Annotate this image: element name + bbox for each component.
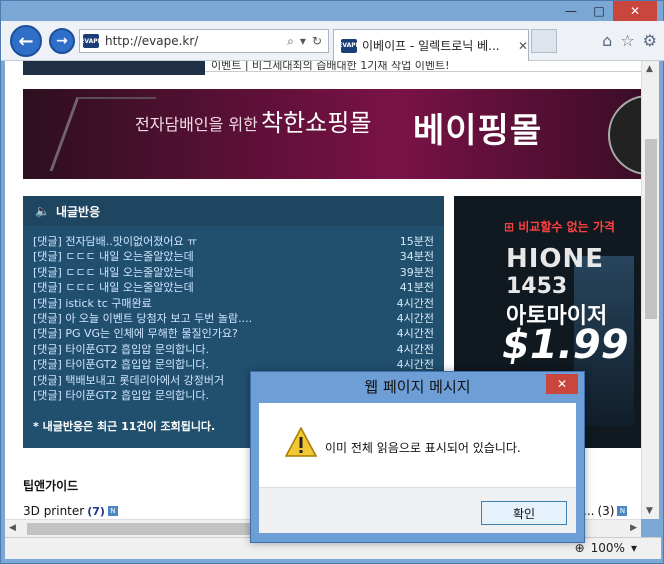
comment-text[interactable]: [댓글] 타이푼GT2 흡입압 문의합니다. (33, 388, 209, 403)
tab-title: 이베이프 - 일렉트로닉 베... (362, 39, 500, 53)
comment-text[interactable]: [댓글] ㄷㄷㄷ 내일 오는줄알았는데 (33, 265, 194, 280)
tip-count: (7) (87, 504, 105, 518)
minimize-button[interactable]: — (557, 1, 585, 21)
search-icon[interactable]: ⌕ (287, 34, 294, 49)
new-tab-button[interactable] (531, 29, 557, 53)
forward-arrow-icon: → (56, 33, 68, 49)
scroll-up-icon[interactable]: ▲ (646, 64, 653, 74)
list-item[interactable]: [댓글] 타이푼GT2 흡입압 문의합니다. 4시간전 (33, 342, 434, 357)
list-item[interactable]: [댓글] 전자담배..맛이없어졌어요 ㅠ 15분전 (33, 234, 434, 249)
banner-brand: 베이핑몰 (413, 111, 543, 151)
divider (205, 71, 641, 72)
comment-time: 41분전 (399, 281, 434, 295)
dialog-message: 이미 전체 읽음으로 표시되어 있습니다. (325, 441, 521, 455)
comment-time: 4시간전 (396, 327, 434, 341)
speaker-icon: 🔈 (35, 204, 50, 218)
tip-item-2[interactable]: ... (3) N (583, 504, 628, 518)
banner-emblem (608, 95, 641, 175)
tab-close-icon[interactable]: ✕ (518, 39, 528, 53)
list-item[interactable]: [댓글] ㄷㄷㄷ 내일 오는줄알았는데 39분전 (33, 265, 434, 280)
home-icon[interactable]: ⌂ (602, 31, 612, 50)
new-badge-icon: N (107, 506, 118, 516)
comment-text[interactable]: [댓글] ㄷㄷㄷ 내일 오는줄알았는데 (33, 249, 194, 264)
tip-label[interactable]: 3D printer (23, 504, 84, 518)
comment-time: 39분전 (399, 265, 434, 279)
dialog-title: 웹 페이지 메시지 (364, 378, 471, 396)
list-item[interactable]: [댓글] ㄷㄷㄷ 내일 오는줄알았는데 34분전 (33, 249, 434, 264)
comment-text[interactable]: [댓글] PG VG는 인체에 무해한 물질인가요? (33, 326, 238, 341)
panel-footer-note: * 내글반응은 최근 11건이 조회됩니다. (33, 420, 216, 433)
favorites-star-icon[interactable]: ☆ (620, 31, 634, 50)
list-item[interactable]: [댓글] istick tc 구매완료 4시간전 (33, 296, 434, 311)
maximize-button[interactable]: □ (585, 1, 613, 21)
shopping-mall-banner[interactable]: 전자담배인을 위한 착한쇼핑몰 베이핑몰 (23, 89, 641, 179)
dialog-close-button[interactable]: ✕ (546, 374, 578, 394)
comment-time: 4시간전 (396, 311, 434, 325)
panel-header: 🔈 내글반응 (23, 196, 444, 226)
scroll-down-icon[interactable]: ▼ (646, 506, 653, 516)
zoom-control[interactable]: ⊕ 100% ▾ (575, 541, 637, 555)
refresh-icon[interactable]: ↻ (312, 34, 322, 49)
comment-text[interactable]: [댓글] ㄷㄷㄷ 내일 오는줄알았는데 (33, 280, 194, 295)
banner-title: 착한쇼핑몰 (261, 109, 372, 137)
comment-text[interactable]: [댓글] 택배보내고 롯데리아에서 강정버거 (33, 373, 224, 388)
address-bar[interactable]: EVAPE http://evape.kr/ ⌕ ▾ ↻ (79, 29, 329, 53)
comment-time: 4시간전 (396, 296, 434, 310)
comment-text[interactable]: [댓글] istick tc 구매완료 (33, 296, 152, 311)
web-page-message-dialog: 웹 페이지 메시지 ✕ 이미 전체 읽음으로 표시되어 있습니다. 확인 (250, 371, 585, 543)
forward-button[interactable]: → (49, 28, 75, 54)
panel-heading: 내글반응 (55, 204, 101, 219)
tab-favicon-icon: EVAPE (338, 38, 360, 53)
browser-toolbar: ← → EVAPE http://evape.kr/ ⌕ ▾ ↻ EVAPE 이… (1, 21, 664, 61)
ad-line-1: HIONE (506, 244, 605, 274)
settings-gear-icon[interactable]: ⚙ (643, 31, 657, 50)
dialog-body: 이미 전체 읽음으로 표시되어 있습니다. (259, 403, 576, 487)
tip-count: (3) (597, 504, 615, 518)
comment-text[interactable]: [댓글] 타이푼GT2 흡입압 문의합니다. (33, 357, 209, 372)
dialog-footer: 확인 (259, 487, 576, 533)
back-arrow-icon: ← (18, 30, 34, 52)
dropdown-icon[interactable]: ▾ (300, 34, 306, 49)
window-controls: — □ ✕ (557, 1, 657, 21)
list-item[interactable]: [댓글] ㄷㄷㄷ 내일 오는줄알았는데 41분전 (33, 280, 434, 295)
site-favicon-icon: EVAPE (80, 34, 102, 48)
comment-time: 4시간전 (396, 342, 434, 356)
zoom-dropdown-icon[interactable]: ▾ (631, 541, 637, 555)
list-item[interactable]: [댓글] PG VG는 인체에 무해한 물질인가요? 4시간전 (33, 326, 434, 341)
scroll-right-icon[interactable]: ▶ (630, 523, 637, 533)
top-notice-bar (23, 61, 205, 75)
scroll-left-icon[interactable]: ◀ (9, 523, 16, 533)
ad-line-2: 1453 (506, 274, 568, 299)
scroll-thumb[interactable] (645, 139, 657, 319)
ok-button[interactable]: 확인 (481, 501, 567, 525)
new-badge-icon: N (617, 506, 628, 516)
back-button[interactable]: ← (10, 25, 42, 57)
window-close-button[interactable]: ✕ (613, 1, 657, 21)
tips-section-title: 팁앤가이드 (23, 479, 79, 493)
ad-tag: ⊞ 비교할수 없는 가격 (504, 220, 615, 234)
tip-item-3d-printer[interactable]: 3D printer (7) N (23, 504, 118, 518)
comment-time: 15분전 (399, 235, 434, 248)
url-text[interactable]: http://evape.kr/ (105, 34, 287, 48)
comment-text[interactable]: [댓글] 아 오늘 이벤트 당첨자 보고 두번 놀람.... (33, 311, 252, 326)
zoom-icon: ⊕ (574, 541, 585, 555)
comment-text[interactable]: [댓글] 타이푼GT2 흡입압 문의합니다. (33, 342, 209, 357)
vertical-scrollbar[interactable]: ▲ ▼ (641, 61, 659, 519)
list-item[interactable]: [댓글] 아 오늘 이벤트 당첨자 보고 두번 놀람.... 4시간전 (33, 311, 434, 326)
ad-price: $1.99 (502, 322, 629, 368)
warning-icon (285, 427, 317, 457)
comment-time: 34분전 (399, 250, 434, 264)
banner-subtitle: 전자담배인을 위한 (135, 115, 258, 134)
comment-text[interactable]: [댓글] 전자담배..맛이없어졌어요 ㅠ (33, 234, 197, 249)
browser-tab-active[interactable]: EVAPE 이베이프 - 일렉트로닉 베... ✕ (333, 29, 529, 61)
zoom-level[interactable]: 100% (591, 541, 625, 555)
